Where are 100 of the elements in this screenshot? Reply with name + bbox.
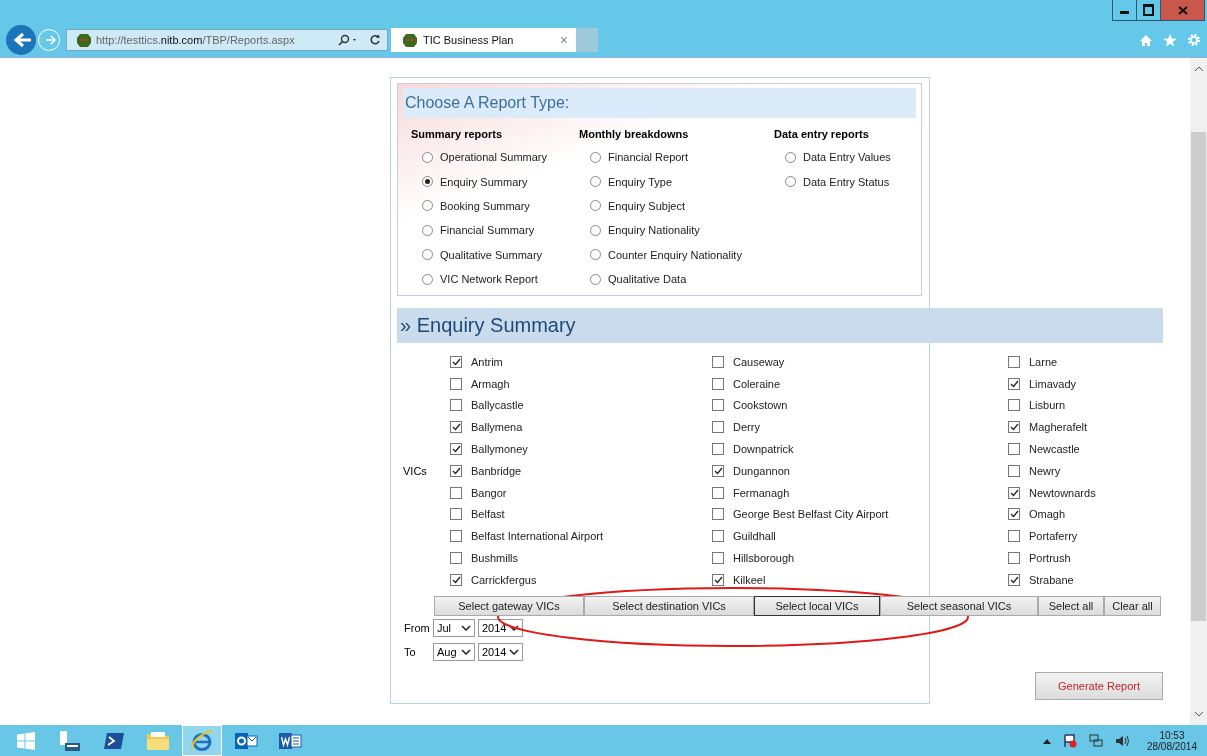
checkbox[interactable] xyxy=(712,508,724,521)
checkbox[interactable] xyxy=(1008,552,1020,565)
radio-label: Enquiry Type xyxy=(608,175,672,188)
flag-icon[interactable] xyxy=(1062,733,1077,748)
radio-button[interactable] xyxy=(590,176,601,188)
radio-label: Qualitative Data xyxy=(608,273,687,286)
checkbox[interactable] xyxy=(712,552,724,565)
checkbox[interactable] xyxy=(712,355,724,368)
checkbox[interactable] xyxy=(712,443,724,456)
close-button[interactable] xyxy=(1161,0,1204,20)
radio-button[interactable] xyxy=(422,151,433,163)
month-dropdown[interactable]: Aug xyxy=(433,643,475,662)
checkbox[interactable] xyxy=(1008,486,1020,499)
group-heading: Data entry reports xyxy=(774,128,870,141)
checkbox[interactable] xyxy=(1008,399,1020,412)
checkbox[interactable] xyxy=(450,464,462,477)
radio-label: Financial Summary xyxy=(440,224,535,237)
checkbox[interactable] xyxy=(1008,377,1020,390)
radio-label: Counter Enquiry Nationality xyxy=(608,248,742,261)
checkbox[interactable] xyxy=(450,399,462,412)
checkbox[interactable] xyxy=(450,486,462,499)
radio-button[interactable] xyxy=(422,224,433,236)
radio-button[interactable] xyxy=(422,176,433,188)
browser-tab[interactable]: TIC Business Plan × xyxy=(391,28,576,52)
radio-button[interactable] xyxy=(422,249,433,261)
checkbox[interactable] xyxy=(450,355,462,368)
checkbox[interactable] xyxy=(450,530,462,543)
checkbox-label: Newtownards xyxy=(1029,486,1096,499)
month-dropdown[interactable]: Jul xyxy=(433,619,475,638)
field-label: VICs xyxy=(403,464,427,477)
select-button[interactable]: Select gateway VICs xyxy=(434,595,584,616)
radio-button[interactable] xyxy=(590,249,601,261)
star-icon[interactable] xyxy=(1163,33,1177,47)
checkbox[interactable] xyxy=(1008,421,1020,434)
generate-report-button[interactable]: Generate Report xyxy=(1035,671,1163,700)
checkbox[interactable] xyxy=(712,421,724,434)
checkbox[interactable] xyxy=(1008,508,1020,521)
radio-button[interactable] xyxy=(785,176,796,188)
checkbox[interactable] xyxy=(1008,355,1020,368)
radio-label: VIC Network Report xyxy=(440,273,538,286)
section-title: » Enquiry Summary xyxy=(397,308,1163,343)
checkbox[interactable] xyxy=(1008,530,1020,543)
close-tab-button[interactable]: × xyxy=(559,32,568,48)
radio-button[interactable] xyxy=(590,200,601,212)
tray-expand-icon[interactable] xyxy=(1042,737,1051,744)
year-dropdown[interactable]: 2014 xyxy=(478,643,523,662)
checkbox[interactable] xyxy=(712,464,724,477)
radio-label: Data Entry Status xyxy=(803,175,890,188)
checkbox[interactable] xyxy=(712,399,724,412)
select-button[interactable]: Select seasonal VICs xyxy=(880,595,1038,616)
chevron-down-icon xyxy=(509,625,519,632)
select-button[interactable]: Select local VICs xyxy=(754,595,880,616)
radio-button[interactable] xyxy=(422,200,433,212)
clock-date: 28/08/2014 xyxy=(1146,740,1197,752)
checkbox-label: Ballycastle xyxy=(471,399,524,412)
internet-explorer-icon[interactable] xyxy=(182,725,222,756)
chevron-down-icon xyxy=(509,649,519,656)
checkbox-label: Kilkeel xyxy=(733,573,766,586)
checkbox-label: Magherafelt xyxy=(1029,421,1088,434)
scrollbar[interactable] xyxy=(1190,58,1207,725)
select-button[interactable]: Select all xyxy=(1038,595,1104,616)
checkbox[interactable] xyxy=(450,508,462,521)
checkbox[interactable] xyxy=(712,530,724,543)
checkbox[interactable] xyxy=(712,486,724,499)
windows-logo-icon xyxy=(17,731,35,750)
checkbox[interactable] xyxy=(1008,443,1020,456)
refresh-icon[interactable] xyxy=(369,34,381,46)
select-button[interactable]: Select destination VICs xyxy=(584,595,754,616)
scroll-down-icon[interactable] xyxy=(1193,711,1204,717)
checkbox[interactable] xyxy=(450,421,462,434)
checkbox-label: Omagh xyxy=(1029,508,1066,521)
group-heading: Summary reports xyxy=(411,128,504,141)
checkbox[interactable] xyxy=(450,377,462,390)
checkbox[interactable] xyxy=(450,443,462,456)
radio-button[interactable] xyxy=(785,151,796,163)
year-dropdown[interactable]: 2014 xyxy=(478,619,523,638)
checkbox[interactable] xyxy=(712,377,724,390)
address-field[interactable]: http://testtics.nitb.com/TBP/Reports.aspx xyxy=(66,29,388,51)
select-button[interactable]: Clear all xyxy=(1104,595,1161,616)
checkbox[interactable] xyxy=(1008,464,1020,477)
checkbox[interactable] xyxy=(450,573,462,586)
radio-button[interactable] xyxy=(422,273,433,285)
volume-icon[interactable] xyxy=(1114,733,1131,748)
network-icon[interactable] xyxy=(1088,733,1103,748)
checkbox-label: Larne xyxy=(1029,355,1058,368)
checkbox-label: Portaferry xyxy=(1029,530,1078,543)
radio-button[interactable] xyxy=(590,151,601,163)
checkbox[interactable] xyxy=(1008,573,1020,586)
arrow-left-icon xyxy=(13,32,33,48)
checkbox[interactable] xyxy=(450,552,462,565)
back-button[interactable] xyxy=(6,25,36,55)
checkbox-label: Antrim xyxy=(471,355,503,368)
checkbox[interactable] xyxy=(712,573,724,586)
checkbox-label: Bushmills xyxy=(471,552,519,565)
radio-button[interactable] xyxy=(590,273,601,285)
radio-label: Qualitative Summary xyxy=(440,248,543,261)
radio-button[interactable] xyxy=(590,224,601,236)
scroll-up-icon[interactable] xyxy=(1193,66,1204,72)
radio-label: Enquiry Subject xyxy=(608,199,686,212)
arrow-right-icon xyxy=(45,35,57,45)
